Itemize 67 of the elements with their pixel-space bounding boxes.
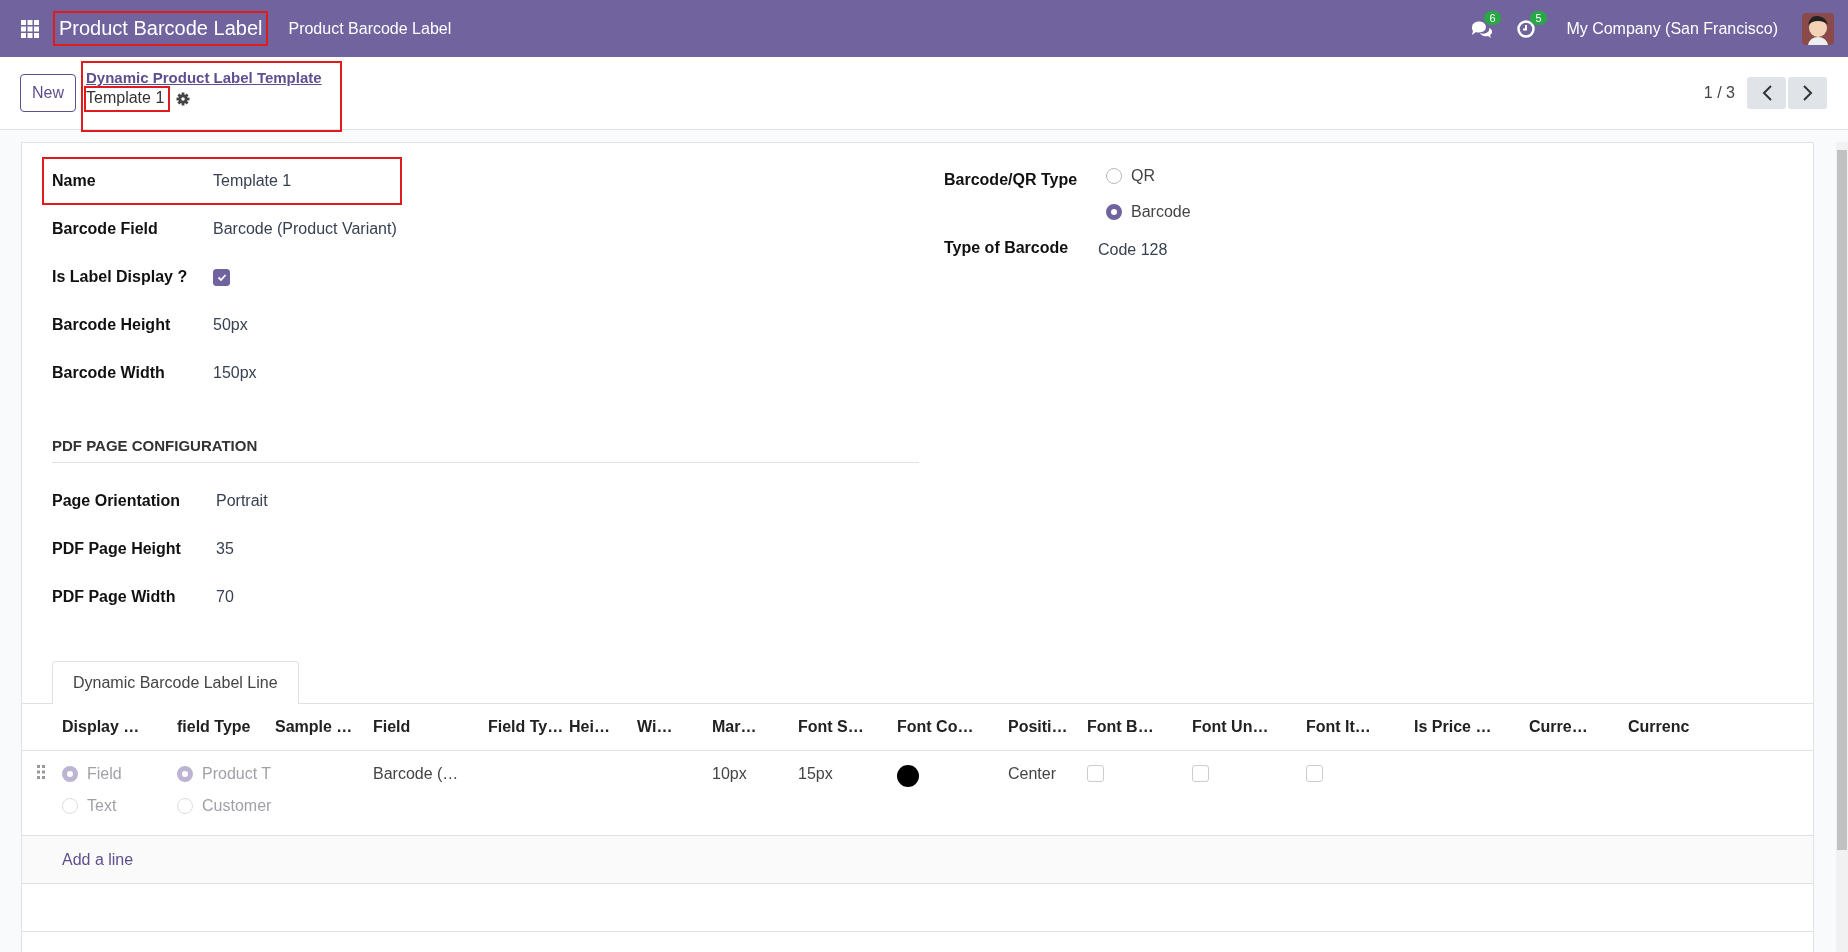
field-value[interactable]: 150px (213, 364, 257, 382)
activity-count-badge: 5 (1530, 10, 1547, 25)
clock-icon[interactable] (1516, 18, 1537, 39)
radio-button[interactable] (62, 766, 78, 782)
field-label: PDF Page Width (52, 588, 177, 606)
table-cell: Barcode (… (373, 765, 459, 782)
breadcrumb-link[interactable]: Dynamic Product Label Template (86, 69, 322, 86)
company-switcher[interactable]: My Company (San Francisco) (1566, 19, 1778, 38)
section-heading: PDF PAGE CONFIGURATION (52, 437, 259, 454)
table-cell: 15px (798, 765, 833, 782)
column-header[interactable]: Font Un… (1192, 718, 1269, 735)
field-label: PDF Page Height (52, 540, 182, 558)
field-value[interactable]: Template 1 (213, 172, 292, 190)
column-header[interactable]: Sample … (275, 718, 353, 735)
apps-menu-icon[interactable] (21, 19, 39, 38)
tab[interactable]: Dynamic Barcode Label Line (52, 661, 299, 704)
field-label: Is Label Display ? (52, 268, 189, 286)
column-header[interactable]: Font B… (1087, 718, 1154, 735)
column-header[interactable]: Font Co… (897, 718, 974, 735)
next-button[interactable] (1788, 77, 1827, 109)
column-header[interactable]: Wi… (637, 718, 673, 735)
field-value[interactable]: Portrait (216, 492, 268, 510)
column-header[interactable]: Field (373, 718, 411, 735)
scrollbar[interactable] (1836, 142, 1848, 952)
field-value[interactable]: Code 128 (1098, 235, 1168, 259)
column-header[interactable]: Curre… (1529, 718, 1588, 735)
column-header[interactable]: Positi… (1008, 718, 1068, 735)
table-cell: Center (1008, 765, 1057, 782)
column-header[interactable]: Currenc (1628, 718, 1690, 735)
add-line-link[interactable]: Add a line (62, 850, 134, 868)
chevron-left-icon (1760, 84, 1773, 102)
radio-button[interactable] (177, 766, 193, 782)
record-title: Template 1 (84, 86, 171, 112)
radio-button[interactable] (1106, 204, 1122, 220)
menu-item[interactable]: Product Barcode Label (288, 19, 452, 38)
table-cell: 10px (712, 765, 747, 782)
column-header[interactable]: Font S… (798, 718, 864, 735)
chevron-right-icon (1801, 84, 1814, 102)
app-title[interactable]: Product Barcode Label (53, 11, 269, 46)
field-value[interactable]: 35 (216, 540, 234, 558)
message-count-badge: 6 (1484, 10, 1501, 25)
field-value[interactable]: 70 (216, 588, 234, 606)
drag-handle-icon[interactable] (37, 765, 45, 779)
radio-label[interactable]: QR (1131, 167, 1155, 185)
previous-button[interactable] (1747, 77, 1786, 109)
field-label: Barcode Width (52, 364, 166, 382)
field-label: Name (52, 172, 97, 190)
column-header[interactable]: Hei… (569, 718, 610, 735)
field-value[interactable]: 50px (213, 316, 248, 334)
radio-label[interactable]: Barcode (1131, 203, 1191, 221)
column-header[interactable]: Field Ty… (488, 718, 564, 735)
new-button[interactable]: New (20, 74, 76, 112)
user-avatar[interactable] (1802, 12, 1834, 45)
field-label: Barcode Height (52, 316, 172, 334)
field-value[interactable]: Barcode (Product Variant) (213, 220, 397, 238)
column-header[interactable]: Font It… (1306, 718, 1371, 735)
column-header[interactable]: Mar… (712, 718, 757, 735)
field-label: Barcode/QR Type (944, 170, 1079, 189)
column-header[interactable]: field Type (177, 718, 251, 735)
settings-icon[interactable] (176, 92, 191, 106)
column-header[interactable]: Display … (62, 718, 140, 735)
field-label: Page Orientation (52, 492, 182, 510)
column-header[interactable]: Is Price … (1414, 718, 1492, 735)
checkbox[interactable] (213, 268, 230, 286)
field-label: Barcode Field (52, 220, 159, 238)
pager-value: 1 / 3 (1703, 84, 1735, 102)
color-dot[interactable] (897, 765, 919, 787)
